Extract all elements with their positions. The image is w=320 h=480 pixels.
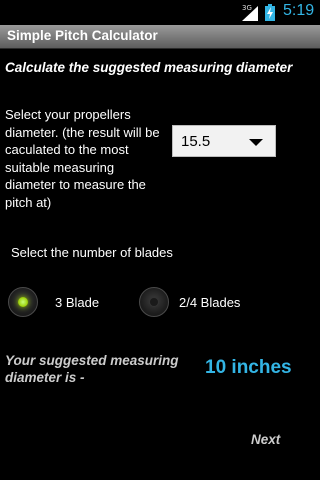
result-value: 10 inches bbox=[205, 357, 292, 378]
diameter-spinner[interactable]: 15.5 bbox=[172, 125, 276, 157]
radio-3-blade[interactable] bbox=[8, 287, 38, 317]
next-button[interactable]: Next bbox=[251, 432, 280, 447]
result-label: Your suggested measuring diameter is - bbox=[5, 353, 179, 385]
radio-3-blade-label[interactable]: 3 Blade bbox=[55, 295, 99, 310]
signal-strength-icon bbox=[242, 6, 258, 21]
battery-charging-icon bbox=[265, 4, 275, 21]
radio-2-4-blades-label[interactable]: 2/4 Blades bbox=[179, 295, 240, 310]
status-bar: 3G 5:19 bbox=[0, 0, 320, 25]
propeller-diameter-label: Select your propellers diameter. (the re… bbox=[5, 107, 160, 210]
page-heading: Calculate the suggested measuring diamet… bbox=[5, 60, 293, 75]
blades-label: Select the number of blades bbox=[11, 245, 173, 260]
diameter-selected-value: 15.5 bbox=[181, 133, 211, 150]
radio-checked-indicator bbox=[18, 297, 28, 307]
dropdown-arrow-icon bbox=[249, 139, 263, 146]
radio-2-4-blades[interactable] bbox=[139, 287, 169, 317]
status-clock: 5:19 bbox=[283, 2, 315, 19]
radio-unchecked-indicator bbox=[149, 297, 159, 307]
app-title: Simple Pitch Calculator bbox=[7, 28, 158, 43]
app-title-bar: Simple Pitch Calculator bbox=[0, 25, 320, 49]
